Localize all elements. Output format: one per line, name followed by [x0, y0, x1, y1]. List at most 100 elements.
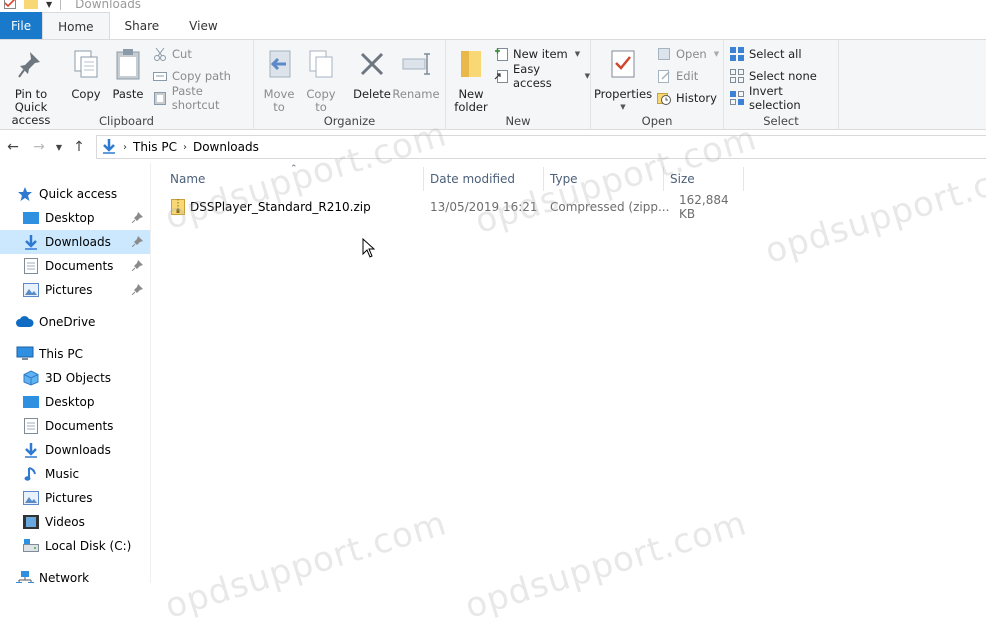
cloud-icon	[16, 313, 34, 331]
properties-icon[interactable]	[4, 0, 16, 12]
pin-icon[interactable]	[131, 211, 144, 224]
address-bar[interactable]: › This PC › Downloads	[96, 135, 986, 159]
open-icon	[657, 47, 671, 61]
edit-icon	[657, 69, 671, 83]
forward-button[interactable]: →	[26, 134, 52, 160]
tab-share[interactable]: Share	[110, 12, 175, 40]
nav-this-pc[interactable]: This PC	[0, 342, 150, 366]
cut-button[interactable]: Cut	[153, 45, 192, 63]
copy-icon	[69, 46, 103, 82]
copy-to-icon	[304, 46, 338, 82]
documents-icon	[22, 257, 40, 275]
network-icon	[16, 569, 34, 583]
forward-arrow-icon: →	[33, 139, 45, 155]
chevron-down-icon: ▼	[55, 142, 63, 152]
move-to-button[interactable]: Move to	[262, 46, 296, 114]
nav-quick-desktop[interactable]: Desktop	[0, 206, 150, 230]
new-folder-button[interactable]: New folder	[452, 46, 490, 114]
pin-icon[interactable]	[131, 283, 144, 296]
rename-icon	[399, 46, 433, 82]
pin-icon	[14, 46, 48, 82]
nav-quick-documents[interactable]: Documents	[0, 254, 150, 278]
select-none-button[interactable]: Select none	[730, 67, 817, 85]
ribbon-tabs: File Home Share View	[0, 12, 986, 40]
open-button[interactable]: Open ▼	[657, 45, 719, 63]
group-select: Select all Select none Invert selection …	[724, 40, 839, 130]
tab-file[interactable]: File	[0, 12, 43, 40]
select-all-icon	[730, 47, 744, 61]
delete-button[interactable]: Delete	[352, 46, 392, 101]
title-bar: ▼ Downloads	[0, 0, 986, 12]
nav-pc-pictures[interactable]: Pictures	[0, 486, 150, 510]
nav-3d-objects[interactable]: 3D Objects	[0, 366, 150, 390]
nav-videos[interactable]: Videos	[0, 510, 150, 534]
select-none-icon	[730, 69, 744, 83]
paste-button[interactable]: Paste	[108, 46, 148, 101]
easy-access-button[interactable]: Easy access ▼	[494, 62, 590, 90]
nav-pc-documents[interactable]: Documents	[0, 414, 150, 438]
breadcrumb-this-pc[interactable]: This PC	[133, 140, 177, 154]
copy-button[interactable]: Copy	[68, 46, 104, 101]
group-new: New folder New item ▼ Easy access ▼ New	[446, 40, 591, 130]
group-clipboard: Pin to Quick access Copy Paste Cut Copy …	[0, 40, 254, 130]
nav-quick-access[interactable]: Quick access	[0, 182, 150, 206]
move-to-icon	[262, 46, 296, 82]
folder-icon	[454, 46, 488, 82]
pin-icon[interactable]	[131, 259, 144, 272]
new-folder-icon[interactable]	[24, 0, 38, 12]
desktop-icon	[22, 393, 40, 411]
invert-selection-button[interactable]: Invert selection	[730, 84, 838, 112]
star-icon	[16, 185, 34, 203]
group-open: Properties ▼ Open ▼ Edit History Open	[591, 40, 724, 130]
recent-locations-button[interactable]: ▼	[52, 134, 66, 160]
up-button[interactable]: ↑	[66, 134, 92, 160]
new-item-button[interactable]: New item ▼	[494, 45, 580, 63]
back-button[interactable]: ←	[0, 134, 26, 160]
pictures-icon	[22, 281, 40, 299]
history-icon	[657, 91, 671, 105]
edit-button[interactable]: Edit	[657, 67, 698, 85]
copy-to-button[interactable]: Copy to	[304, 46, 338, 114]
navigation-pane: Quick access Desktop Downloads Documents…	[0, 170, 150, 583]
invert-selection-icon	[730, 91, 744, 105]
navigation-bar: ← → ▼ ↑ › This PC › Downloads	[0, 131, 986, 163]
desktop-icon	[22, 209, 40, 227]
group-label-clipboard: Clipboard	[99, 114, 154, 128]
delete-x-icon	[355, 46, 389, 82]
ribbon: Pin to Quick access Copy Paste Cut Copy …	[0, 39, 986, 130]
up-arrow-icon: ↑	[73, 139, 85, 155]
paste-shortcut-button[interactable]: Paste shortcut	[153, 84, 253, 112]
nav-quick-pictures[interactable]: Pictures	[0, 278, 150, 302]
nav-pc-desktop[interactable]: Desktop	[0, 390, 150, 414]
properties-check-icon	[606, 46, 640, 82]
pin-icon[interactable]	[131, 235, 144, 248]
nav-pc-downloads[interactable]: Downloads	[0, 438, 150, 462]
film-icon	[22, 513, 40, 531]
nav-music[interactable]: Music	[0, 462, 150, 486]
nav-network[interactable]: Network	[0, 566, 150, 583]
documents-icon	[22, 417, 40, 435]
breadcrumb-separator-icon: ›	[123, 141, 127, 153]
nav-onedrive[interactable]: OneDrive	[0, 310, 150, 334]
pictures-icon	[22, 489, 40, 507]
download-arrow-icon	[22, 441, 40, 459]
group-organize: Move to Copy to Delete Rename Organize	[254, 40, 446, 130]
customize-qat-icon[interactable]: ▼	[46, 0, 52, 9]
tab-home[interactable]: Home	[42, 12, 110, 40]
properties-button[interactable]: Properties ▼	[594, 46, 652, 114]
nav-local-disk[interactable]: Local Disk (C:)	[0, 534, 150, 558]
tab-view[interactable]: View	[174, 12, 232, 40]
history-button[interactable]: History	[657, 89, 717, 107]
copy-path-button[interactable]: Copy path	[153, 67, 231, 85]
mouse-cursor-icon	[362, 237, 376, 261]
cube-icon	[22, 369, 40, 387]
breadcrumb-separator-icon: ›	[182, 141, 187, 153]
select-all-button[interactable]: Select all	[730, 45, 802, 63]
rename-button[interactable]: Rename	[392, 46, 440, 101]
nav-quick-downloads[interactable]: Downloads	[0, 230, 150, 254]
breadcrumb-downloads[interactable]: Downloads	[193, 140, 259, 154]
back-arrow-icon: ←	[7, 139, 19, 155]
scissors-icon	[153, 47, 167, 61]
new-item-icon	[494, 47, 508, 61]
file-size: 162,884 KB	[679, 193, 729, 221]
